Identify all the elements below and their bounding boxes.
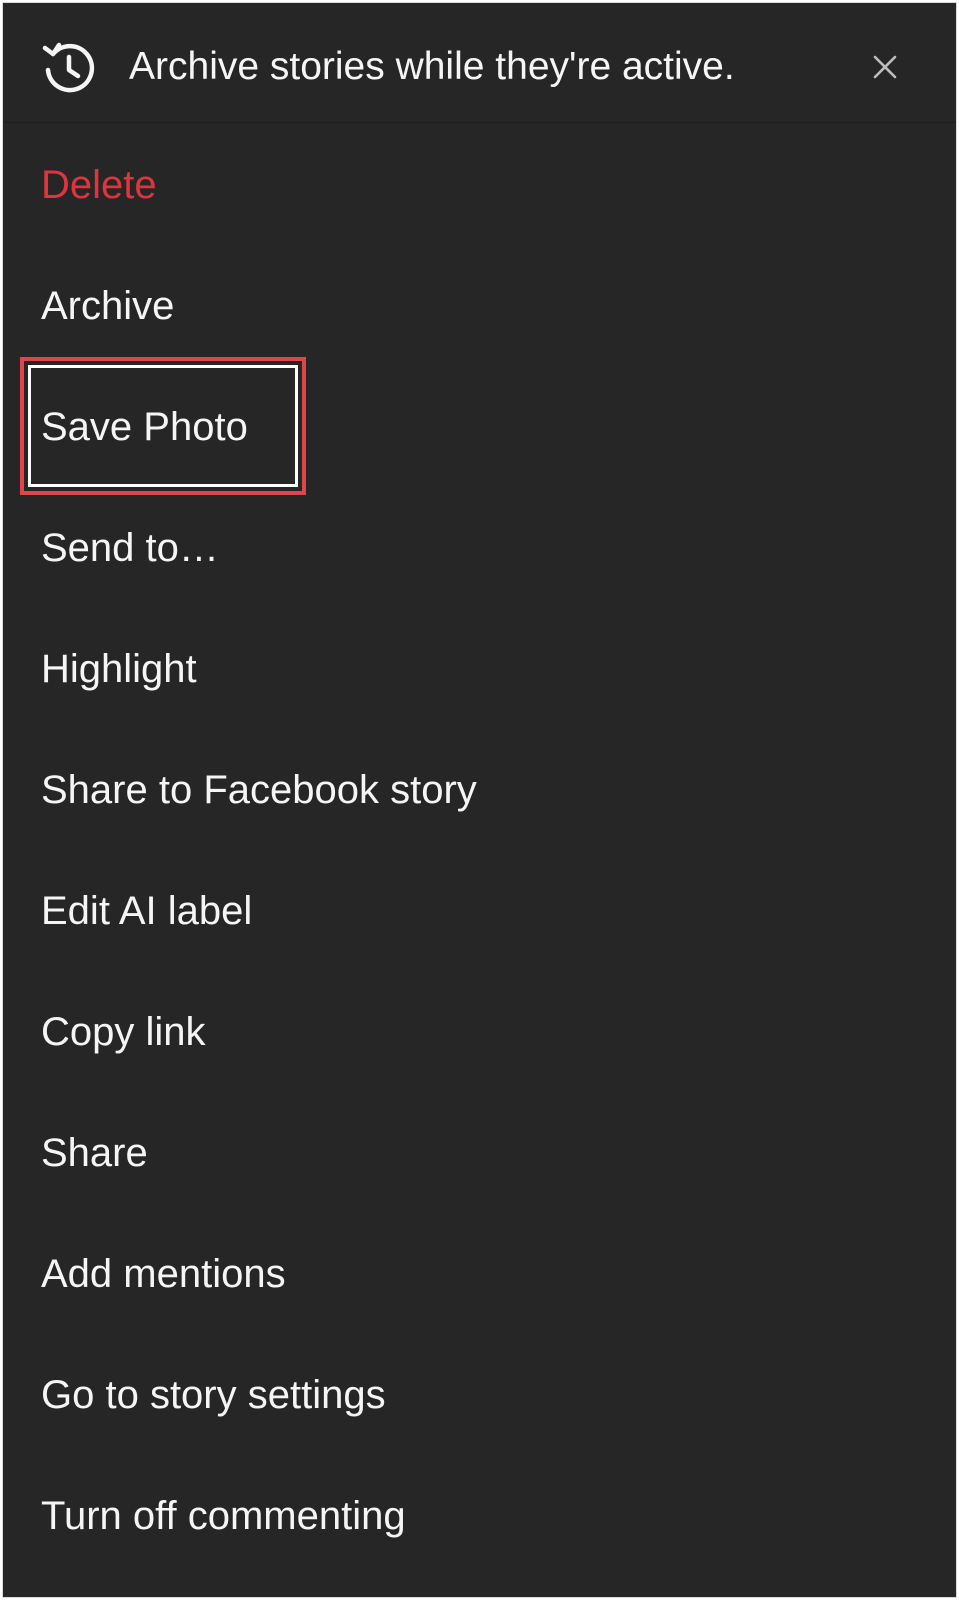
menu-item-save-photo[interactable]: Save Photo — [3, 368, 956, 489]
menu-item-edit-ai-label[interactable]: Edit AI label — [3, 852, 956, 973]
menu-item-label: Highlight — [41, 647, 197, 691]
history-clock-icon — [42, 42, 95, 93]
menu-item-add-mentions[interactable]: Add mentions — [3, 1215, 956, 1336]
menu-item-label: Share to Facebook story — [41, 768, 477, 812]
menu-item-archive[interactable]: Archive — [3, 247, 956, 368]
menu-item-copy-link[interactable]: Copy link — [3, 973, 956, 1094]
menu-item-delete[interactable]: Delete — [3, 126, 956, 247]
menu-item-label: Share — [41, 1131, 148, 1175]
menu-item-label: Turn off commenting — [41, 1494, 406, 1538]
menu-item-label: Copy link — [41, 1010, 206, 1054]
menu-item-send-to[interactable]: Send to… — [3, 489, 956, 610]
options-sheet: Archive stories while they're active. De… — [2, 2, 957, 1598]
menu-item-label: Edit AI label — [41, 889, 253, 933]
menu-item-highlight[interactable]: Highlight — [3, 610, 956, 731]
story-options-menu: Delete Archive Save Photo Send to… Highl… — [3, 126, 956, 1578]
menu-item-label: Go to story settings — [41, 1373, 386, 1417]
archive-tip-banner: Archive stories while they're active. — [3, 3, 956, 123]
menu-item-label: Delete — [41, 163, 157, 207]
menu-item-label: Add mentions — [41, 1252, 286, 1296]
close-icon[interactable] — [869, 51, 901, 83]
menu-item-turn-off-commenting[interactable]: Turn off commenting — [3, 1457, 956, 1578]
menu-item-share[interactable]: Share — [3, 1094, 956, 1215]
menu-item-label: Save Photo — [41, 405, 248, 449]
menu-item-share-to-facebook-story[interactable]: Share to Facebook story — [3, 731, 956, 852]
menu-item-label: Archive — [41, 284, 175, 328]
banner-message: Archive stories while they're active. — [129, 45, 735, 88]
menu-item-go-to-story-settings[interactable]: Go to story settings — [3, 1336, 956, 1457]
menu-item-label: Send to… — [41, 526, 219, 570]
